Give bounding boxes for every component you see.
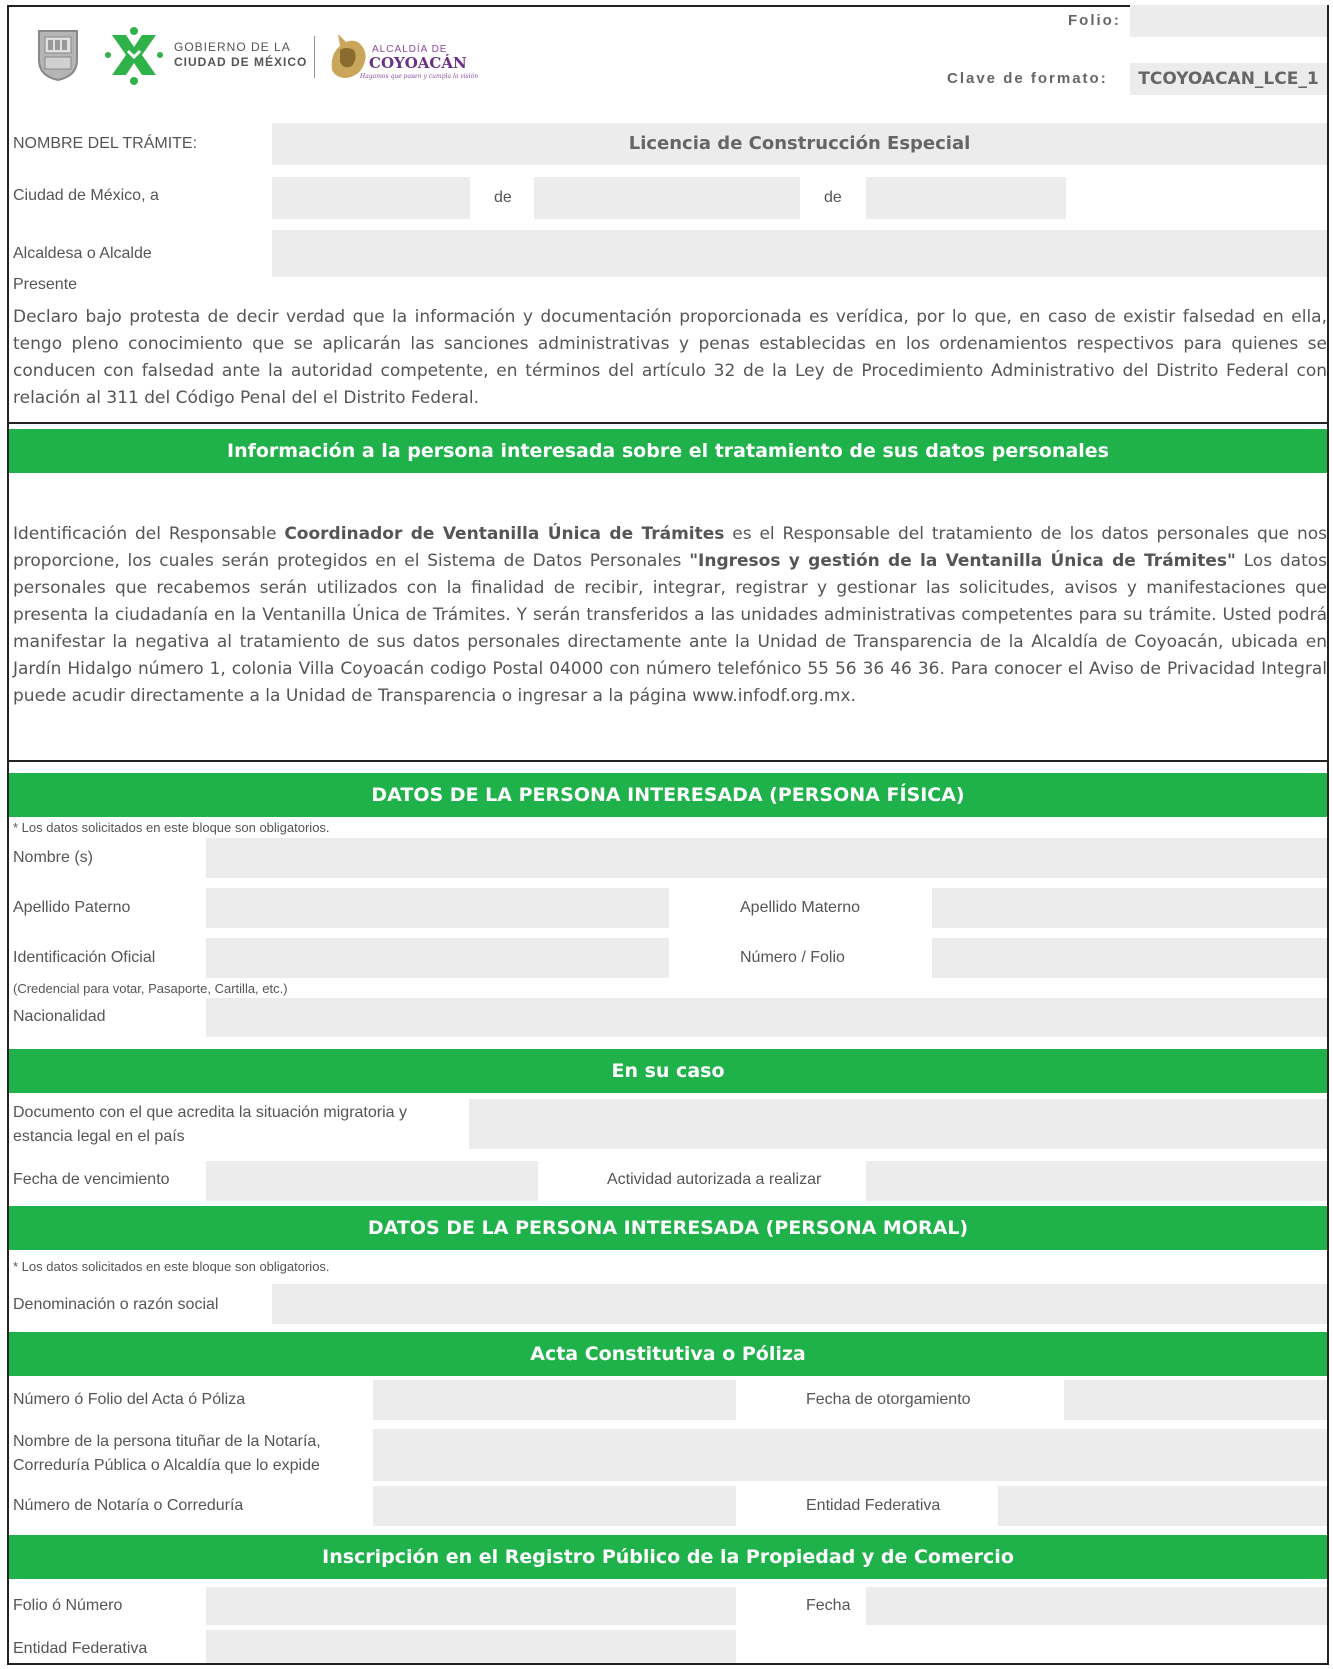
clave-label: Clave de formato: [947,70,1108,87]
fecha-otorgamiento-input[interactable] [1064,1380,1327,1420]
privacy-text: Identificación del Responsable Coordinad… [13,521,1327,710]
actividad-input[interactable] [866,1161,1327,1201]
month-input[interactable] [534,177,800,219]
privacy-responsable: Coordinador de Ventanilla Única de Trámi… [284,524,725,544]
documento-label-2: estancia legal en el país [13,1128,185,1145]
ciudad-label: Ciudad de México, a [13,187,159,204]
acta-entidad-input[interactable] [998,1486,1327,1526]
identificacion-note: (Credencial para votar, Pasaporte, Carti… [13,981,288,996]
acta-section-header: Acta Constitutiva o Póliza [9,1332,1327,1376]
notario-nombre-label-2: Correduría Pública o Alcaldía que lo exp… [13,1457,320,1474]
registro-entidad-label: Entidad Federativa [13,1640,148,1657]
tramite-value: Licencia de Construcción Especial [272,123,1327,165]
registro-fecha-label: Fecha [806,1597,851,1614]
acta-numero-folio-input[interactable] [373,1380,736,1420]
apellido-materno-label: Apellido Materno [740,899,861,916]
en-su-caso-header: En su caso [9,1049,1327,1093]
fecha-otorgamiento-label: Fecha de otorgamiento [806,1391,971,1408]
notario-nombre-label-1: Nombre de la persona tituñar de la Notar… [13,1433,321,1450]
alcalde-label: Alcaldesa o Alcalde [13,245,152,262]
apellido-materno-input[interactable] [932,888,1327,928]
alcaldia-tagline: Hagamos que pasen y cumpla la visión [360,73,479,80]
logo-divider [314,36,315,78]
numero-folio-label: Número / Folio [740,949,845,966]
nacionalidad-input[interactable] [206,998,1327,1037]
acta-entidad-label: Entidad Federativa [806,1497,941,1514]
identificacion-input[interactable] [206,938,669,978]
apellido-paterno-label: Apellido Paterno [13,899,131,916]
privacy-text-3: Los datos personales que recabemos serán… [13,551,1327,706]
tramite-label: NOMBRE DEL TRÁMITE: [13,135,198,152]
alcalde-input[interactable] [272,230,1327,277]
govt-line1: GOBIERNO DE LA [174,40,291,54]
documento-input[interactable] [469,1099,1327,1149]
nombre-label: Nombre (s) [13,849,94,866]
privacy-section-header: Información a la persona interesada sobr… [9,429,1327,473]
de-label-1: de [494,189,512,206]
divider [9,760,1327,762]
presente-label: Presente [13,276,78,293]
de-label-2: de [824,189,842,206]
coat-of-arms-logo [36,28,80,82]
folio-input[interactable] [1130,5,1327,37]
declaration-text: Declaro bajo protesta de decir verdad qu… [13,307,1327,408]
clave-value: TCOYOACAN_LCE_1 [1130,63,1327,95]
privacy-text-1: Identificación del Responsable [13,524,285,544]
registro-section-header: Inscripción en el Registro Público de la… [9,1535,1327,1579]
year-input[interactable] [866,177,1066,219]
day-input[interactable] [272,177,470,219]
moral-section-header: DATOS DE LA PERSONA INTERESADA (PERSONA … [9,1206,1327,1250]
cdmx-logo-icon [104,25,164,87]
fisica-note: * Los datos solicitados en este bloque s… [13,820,330,835]
registro-folio-label: Folio ó Número [13,1597,123,1614]
fecha-vencimiento-label: Fecha de vencimiento [13,1171,170,1188]
fecha-vencimiento-input[interactable] [206,1161,538,1201]
divider [9,422,1327,424]
documento-label-1: Documento con el que acredita la situaci… [13,1104,407,1121]
nacionalidad-label: Nacionalidad [13,1008,106,1025]
numero-notaria-input[interactable] [373,1486,736,1526]
folio-label: Folio: [1068,12,1121,29]
moral-note: * Los datos solicitados en este bloque s… [13,1259,330,1274]
registro-entidad-input[interactable] [206,1630,736,1663]
numero-folio-input[interactable] [932,938,1327,978]
identificacion-label: Identificación Oficial [13,949,156,966]
actividad-label: Actividad autorizada a realizar [607,1171,822,1188]
denominacion-label: Denominación o razón social [13,1296,219,1313]
alcaldia-name: COYOACÁN [369,54,467,72]
denominacion-input[interactable] [272,1284,1327,1324]
nombre-input[interactable] [206,838,1327,878]
apellido-paterno-input[interactable] [206,888,669,928]
numero-notaria-label: Número de Notaría o Correduría [13,1497,244,1514]
registro-fecha-input[interactable] [866,1587,1327,1625]
privacy-sistema: "Ingresos y gestión de la Ventanilla Úni… [689,551,1236,571]
acta-numero-folio-label: Número ó Folio del Acta ó Póliza [13,1391,246,1408]
fisica-section-header: DATOS DE LA PERSONA INTERESADA (PERSONA … [9,773,1327,817]
govt-line2: CIUDAD DE MÉXICO [174,55,308,69]
registro-folio-input[interactable] [206,1587,736,1625]
notario-nombre-input[interactable] [373,1429,1327,1481]
